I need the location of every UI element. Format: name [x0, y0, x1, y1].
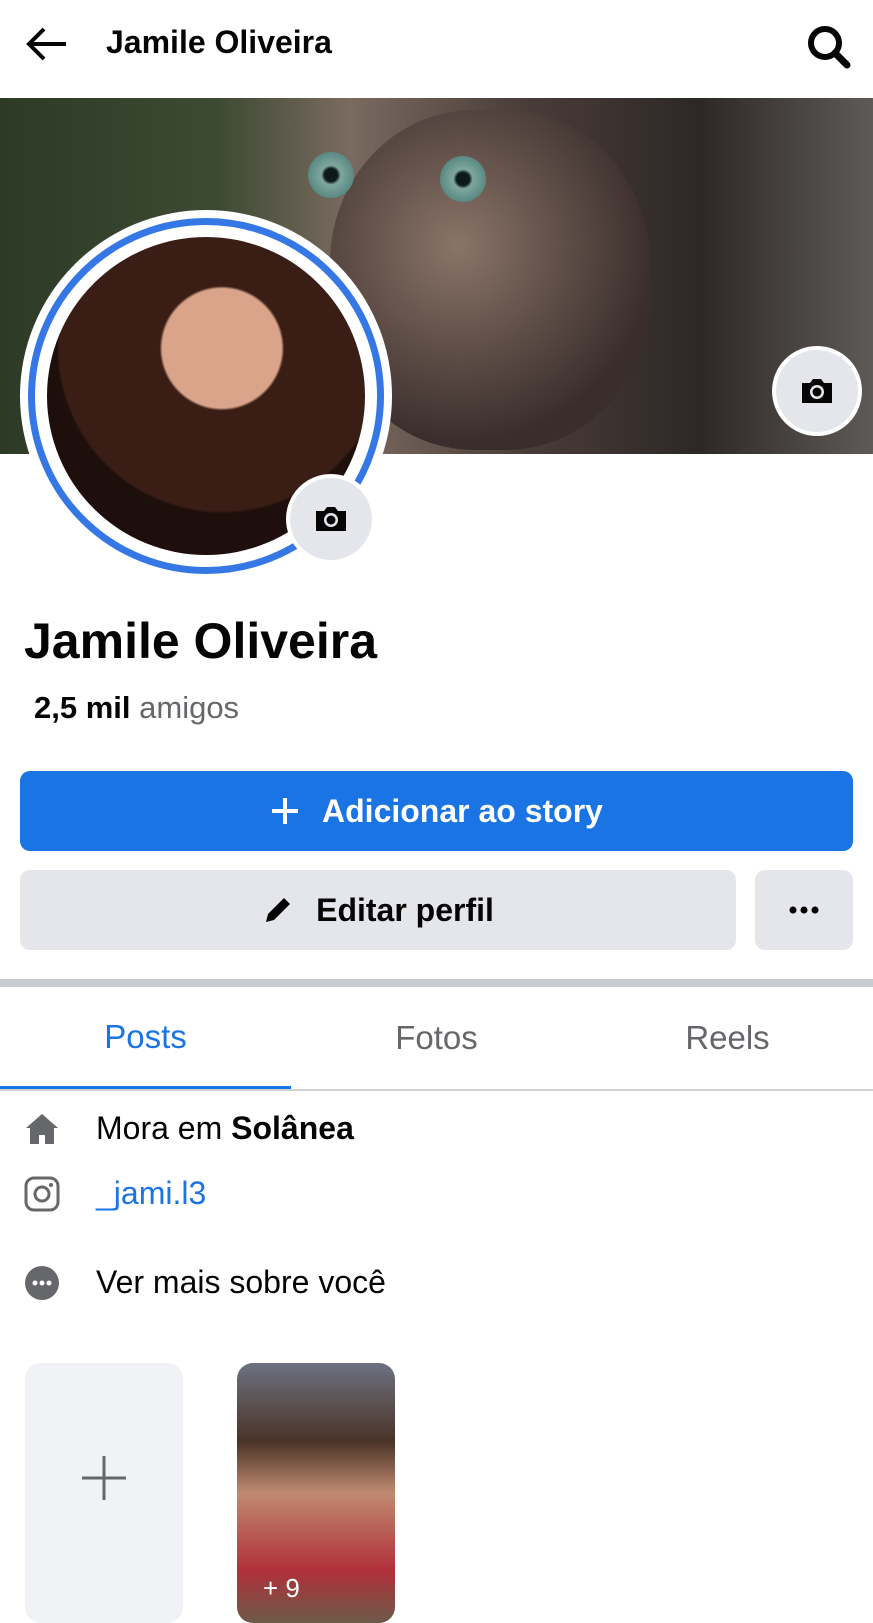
add-story-label: Adicionar ao story: [322, 792, 603, 829]
friends-count[interactable]: 2,5 mil amigos: [34, 690, 239, 726]
create-story-card[interactable]: [25, 1363, 183, 1623]
camera-icon: [316, 507, 346, 531]
tab-reels[interactable]: Reels: [582, 987, 873, 1089]
story-card[interactable]: + 9: [237, 1363, 395, 1623]
section-divider: [0, 979, 873, 987]
profile-name: Jamile Oliveira: [24, 613, 378, 669]
instagram-icon: [24, 1176, 60, 1211]
header-title: Jamile Oliveira: [106, 24, 332, 60]
plus-icon: [272, 798, 299, 824]
see-more-label: Ver mais sobre você: [96, 1264, 386, 1300]
more-circle-icon: [25, 1265, 59, 1300]
more-dots-icon: [789, 906, 819, 914]
top-bar: Jamile Oliveira: [0, 0, 873, 96]
plus-icon: [82, 1456, 126, 1500]
search-icon[interactable]: [806, 24, 852, 70]
cat-eye: [440, 156, 486, 202]
lives-prefix: Mora em: [96, 1110, 223, 1146]
edit-profile-label: Editar perfil: [316, 891, 494, 928]
info-see-more[interactable]: Ver mais sobre você: [24, 1264, 386, 1301]
friends-label: amigos: [139, 690, 240, 725]
info-lives-in: Mora em Solânea: [24, 1110, 354, 1147]
cat-eye: [308, 152, 354, 198]
back-arrow-icon[interactable]: [26, 26, 68, 62]
profile-camera-button[interactable]: [286, 474, 376, 564]
profile-tabs: Posts Fotos Reels: [0, 987, 873, 1091]
tab-posts[interactable]: Posts: [0, 987, 291, 1089]
edit-profile-button[interactable]: Editar perfil: [20, 870, 736, 950]
pencil-icon: [266, 898, 291, 922]
instagram-link[interactable]: _jami.l3: [96, 1175, 206, 1212]
cover-camera-button[interactable]: [772, 346, 862, 436]
friends-number: 2,5 mil: [34, 690, 131, 725]
more-options-button[interactable]: [755, 870, 853, 950]
story-count: + 9: [263, 1573, 300, 1603]
add-story-button[interactable]: Adicionar ao story: [20, 771, 853, 851]
lives-city: Solânea: [231, 1110, 354, 1146]
camera-icon: [802, 379, 832, 403]
home-icon: [26, 1113, 58, 1144]
info-instagram: _jami.l3: [24, 1175, 206, 1212]
tab-fotos[interactable]: Fotos: [291, 987, 582, 1089]
